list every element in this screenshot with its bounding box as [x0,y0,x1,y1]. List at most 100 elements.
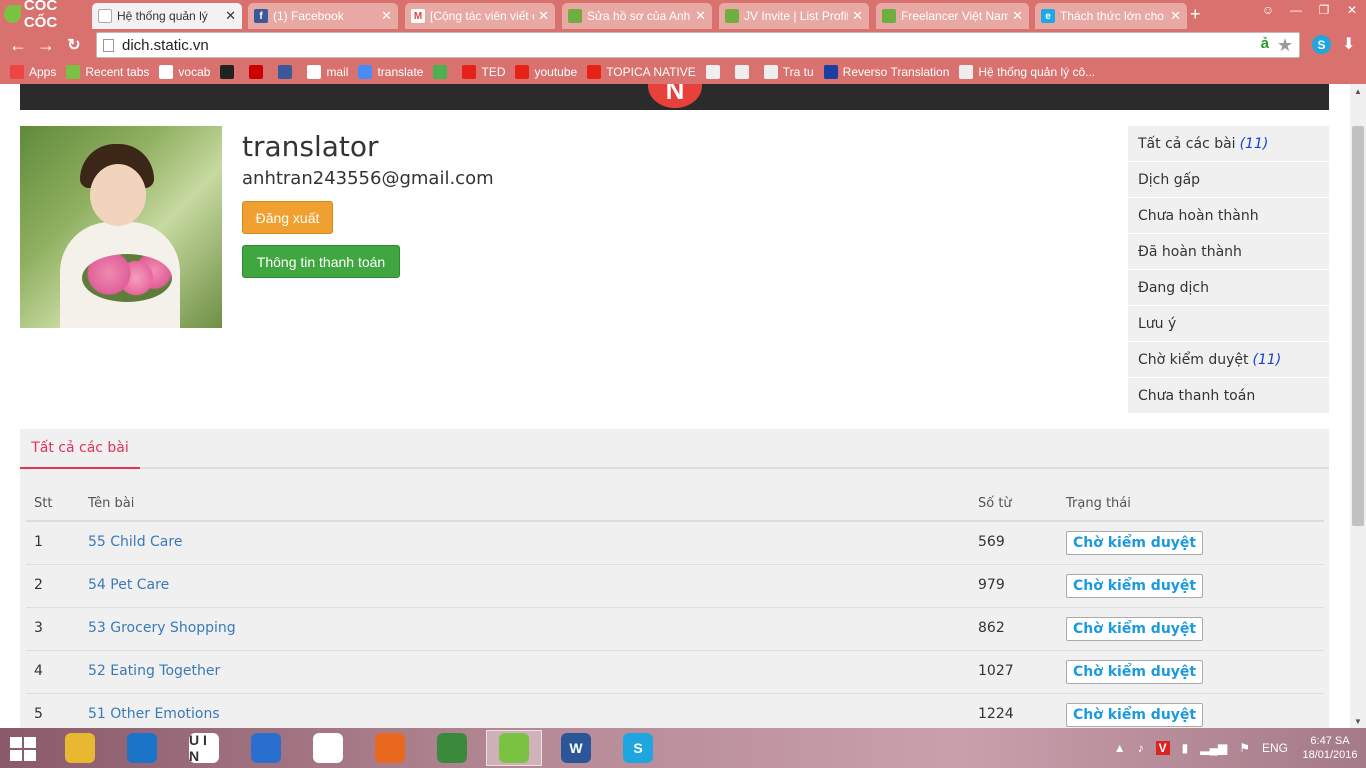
scrollbar-thumb[interactable] [1352,126,1364,526]
menu-item[interactable]: Dịch gấp [1128,162,1329,197]
taskbar-app[interactable]: U I N [176,730,232,766]
payment-info-button[interactable]: Thông tin thanh toán [242,245,400,278]
tab-all-articles[interactable]: Tất cả các bài [20,429,140,469]
menu-item[interactable]: Chưa thanh toán [1128,378,1329,413]
row-word-count: 1224 [978,693,1066,728]
bookmark-label: Tra tu [782,65,814,79]
article-title-link[interactable]: 54 Pet Care [88,577,169,593]
taskbar-app[interactable] [424,730,480,766]
language-indicator[interactable]: ENG [1262,741,1288,755]
taskbar-app[interactable] [238,730,294,766]
new-tab-button[interactable]: + [1190,4,1201,25]
close-tab-icon[interactable]: ✕ [695,8,706,24]
tab-jv-invite[interactable]: JV Invite | List Profit ✕ [719,3,869,29]
bookmark-item[interactable]: Hệ thống quản lý cô... [955,61,1101,83]
bookmark-item[interactable]: TOPICA NATIVE [583,61,702,83]
taskbar-app[interactable] [114,730,170,766]
tab-title: Thách thức lớn cho [1060,9,1164,23]
reload-icon[interactable]: ↻ [60,31,88,59]
tray-expand-icon[interactable]: ▲ [1114,741,1126,755]
close-tab-icon[interactable]: ✕ [225,8,236,24]
bookmark-item[interactable] [216,61,245,83]
bookmark-star-icon[interactable]: ★ [1277,35,1293,56]
article-title-link[interactable]: 51 Other Emotions [88,706,220,722]
menu-item-label: Đang dịch [1138,279,1209,296]
status-badge[interactable]: Chờ kiểm duyệt [1066,659,1204,684]
volume-icon[interactable]: ♪ [1138,741,1144,755]
page-scrollbar[interactable]: ▲ ▼ [1350,84,1366,728]
bookmark-item[interactable]: youtube [511,61,583,83]
skype-extension-icon[interactable]: S [1312,35,1331,54]
article-title-link[interactable]: 55 Child Care [88,534,182,550]
menu-item[interactable]: Chờ kiểm duyệt (11) [1128,342,1329,377]
logout-button[interactable]: Đăng xuất [242,201,333,234]
status-badge[interactable]: Chờ kiểm duyệt [1066,531,1204,555]
tab-freelancer[interactable]: Freelancer Việt Nam ✕ [876,3,1029,29]
bookmark-label: TED [481,65,506,79]
status-badge[interactable]: Chờ kiểm duyệt [1066,616,1204,641]
scroll-down-icon[interactable]: ▼ [1350,714,1366,728]
row-word-count: 979 [978,564,1066,608]
clock[interactable]: 6:47 SA 18/01/2016 [1294,734,1366,762]
battery-icon[interactable]: ▮ [1182,741,1189,755]
bookmark-item[interactable]: vocab [155,61,216,83]
address-bar[interactable]: dich.static.vn ả ★ [96,32,1300,58]
forward-icon[interactable]: → [32,31,60,59]
user-icon[interactable]: ☺ [1254,0,1282,20]
tab-thach-thuc[interactable]: e Thách thức lớn cho ✕ [1035,3,1187,29]
taskbar-app[interactable] [300,730,356,766]
chrome-store-icon [433,65,448,79]
status-badge[interactable]: Chờ kiểm duyệt [1066,702,1204,727]
upwork-icon [568,9,582,23]
bookmark-item[interactable] [731,61,760,83]
bookmark-item[interactable] [702,61,731,83]
taskbar-app[interactable]: S [610,730,666,766]
bookmark-item[interactable] [429,61,458,83]
vietkey-icon[interactable]: V [1155,741,1170,755]
taskbar-app[interactable] [52,730,108,766]
bookmark-item[interactable] [274,61,303,83]
close-tab-icon[interactable]: ✕ [852,8,863,24]
download-icon[interactable]: ⬇ [1342,34,1355,54]
menu-item[interactable]: Đã hoàn thành [1128,234,1329,269]
back-icon[interactable]: ← [4,31,32,59]
close-window-icon[interactable]: ✕ [1338,0,1366,20]
menu-item[interactable]: Lưu ý [1128,306,1329,341]
close-tab-icon[interactable]: ✕ [1012,8,1023,24]
tab-title: [Cộng tác viên viết c [430,9,535,23]
article-title-link[interactable]: 52 Eating Together [88,663,220,679]
status-badge[interactable]: Chờ kiểm duyệt [1066,573,1204,598]
network-icon[interactable]: ▂▄▆ [1200,741,1227,755]
minimize-icon[interactable]: — [1282,0,1310,20]
bookmark-item[interactable]: TED [458,61,511,83]
action-center-icon[interactable]: ⚑ [1239,741,1250,755]
tab-he-thong-quan-ly[interactable]: Hệ thống quản lý ✕ [92,3,242,29]
column-header-title: Tên bài [88,487,978,522]
bookmark-item[interactable] [245,61,274,83]
menu-item[interactable]: Tất cả các bài (11) [1128,126,1329,161]
menu-item[interactable]: Chưa hoàn thành [1128,198,1329,233]
menu-item[interactable]: Đang dịch [1128,270,1329,305]
tab-upwork-profile[interactable]: Sửa hồ sơ của Anh T ✕ [562,3,712,29]
taskbar-app[interactable]: W [548,730,604,766]
close-tab-icon[interactable]: ✕ [538,8,549,24]
taskbar-app[interactable] [486,730,542,766]
scroll-up-icon[interactable]: ▲ [1350,84,1366,98]
dictionary-addon-icon[interactable]: ả [1261,35,1269,52]
taskbar-app[interactable] [362,730,418,766]
tab-facebook[interactable]: f (1) Facebook ✕ [248,3,398,29]
windows-start-icon[interactable] [8,736,40,762]
column-header-status: Trạng thái [1066,487,1324,522]
bookmark-item[interactable]: mail [303,61,354,83]
bookmark-item[interactable]: Tra tu [760,61,820,83]
bookmark-item[interactable]: Recent tabs [62,61,155,83]
tab-gmail[interactable]: M [Cộng tác viên viết c ✕ [405,3,555,29]
bookmark-item[interactable]: Reverso Translation [820,61,956,83]
bookmark-item[interactable]: Apps [6,61,62,83]
bookmark-item[interactable]: translate [354,61,429,83]
article-title-link[interactable]: 53 Grocery Shopping [88,620,236,636]
maximize-icon[interactable]: ❐ [1310,0,1338,20]
coccoc-logo[interactable]: CỐC CỐC [0,0,90,31]
close-tab-icon[interactable]: ✕ [1170,8,1181,24]
close-tab-icon[interactable]: ✕ [381,8,392,24]
